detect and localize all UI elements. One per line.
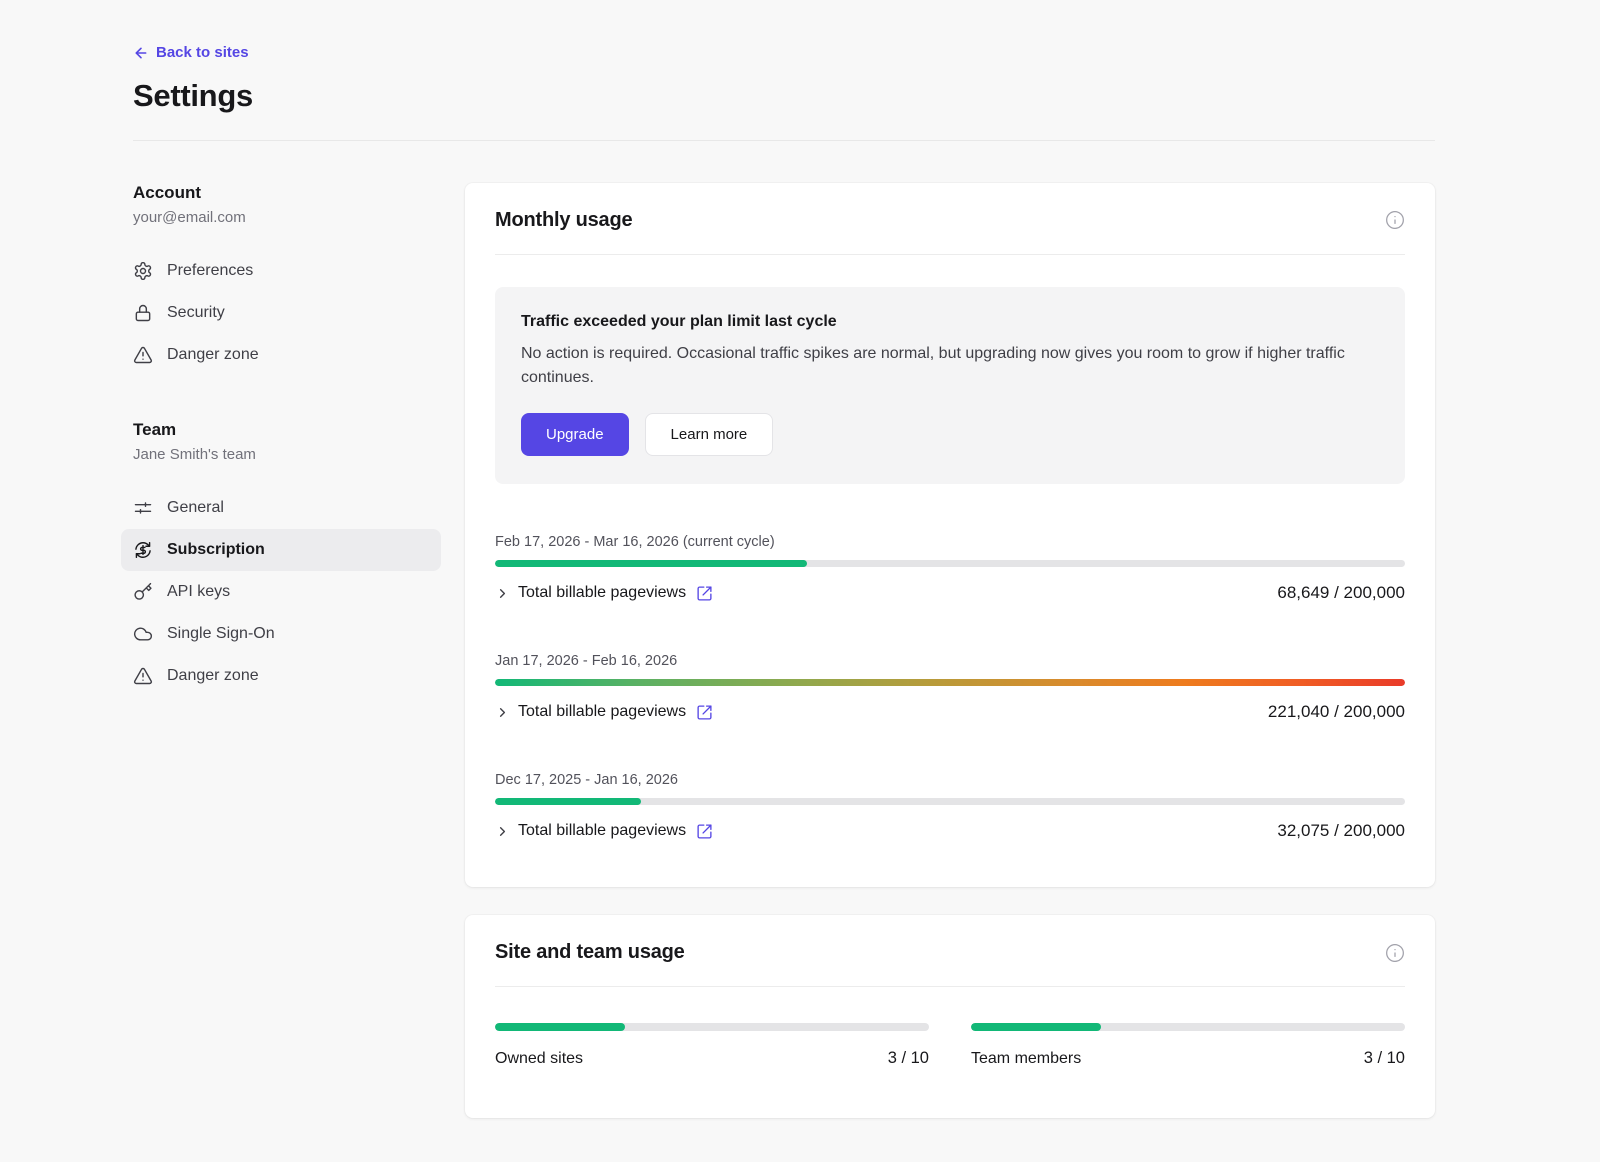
settings-page: Back to sites Settings Account your@emai…	[0, 0, 1600, 1152]
usage-cycle-older: Dec 17, 2025 - Jan 16, 2026 Total billab…	[495, 772, 1405, 841]
notice-body: No action is required. Occasional traffi…	[521, 342, 1379, 392]
warning-triangle-icon	[133, 666, 153, 686]
cycle-period: Jan 17, 2026 - Feb 16, 2026	[495, 653, 1405, 669]
team-members-value: 3 / 10	[1364, 1049, 1405, 1068]
page-title: Settings	[133, 78, 1435, 114]
card-divider	[495, 254, 1405, 255]
monthly-usage-info-button[interactable]	[1385, 210, 1405, 230]
metric-value: 32,075 / 200,000	[1277, 821, 1405, 841]
sidebar-item-subscription[interactable]: Subscription	[121, 529, 441, 571]
account-heading: Account	[133, 183, 441, 203]
sidebar-item-label: Danger zone	[167, 346, 259, 364]
sidebar-item-single-sign-on[interactable]: Single Sign-On	[121, 613, 441, 655]
sidebar-item-label: API keys	[167, 583, 230, 601]
billable-pageviews-toggle[interactable]: Total billable pageviews	[495, 822, 713, 840]
sidebar-item-preferences[interactable]: Preferences	[121, 250, 441, 292]
usage-progress-track	[495, 679, 1405, 686]
sidebar-item-label: Single Sign-On	[167, 625, 275, 643]
back-arrow-icon	[133, 45, 149, 61]
sidebar-item-label: Subscription	[167, 541, 265, 559]
usage-progress-fill-over-limit	[495, 679, 1405, 686]
info-icon	[1385, 943, 1405, 963]
usage-progress-fill	[495, 798, 641, 805]
team-name: Jane Smith's team	[133, 446, 441, 463]
billable-pageviews-toggle[interactable]: Total billable pageviews	[495, 703, 713, 721]
sidebar-item-general[interactable]: General	[121, 487, 441, 529]
cycle-period: Dec 17, 2025 - Jan 16, 2026	[495, 772, 1405, 788]
info-icon	[1385, 210, 1405, 230]
metric-value: 221,040 / 200,000	[1268, 702, 1405, 722]
team-members-label: Team members	[971, 1050, 1081, 1068]
sidebar-item-label: Danger zone	[167, 667, 259, 685]
site-team-usage-card: Site and team usage Owned sites	[465, 915, 1435, 1118]
team-members-fill	[971, 1023, 1101, 1031]
site-team-usage-title: Site and team usage	[495, 941, 685, 964]
team-nav: General Subscription API keys	[133, 487, 441, 697]
settings-sidebar: Account your@email.com Preferences Secur…	[133, 183, 441, 697]
usage-cycle-current: Feb 17, 2026 - Mar 16, 2026 (current cyc…	[495, 534, 1405, 603]
account-section: Account your@email.com Preferences Secur…	[133, 183, 441, 376]
external-link-icon[interactable]	[696, 704, 713, 721]
monthly-usage-title: Monthly usage	[495, 209, 632, 232]
usage-progress-fill	[495, 560, 807, 567]
usage-cycles: Feb 17, 2026 - Mar 16, 2026 (current cyc…	[495, 534, 1405, 841]
account-nav: Preferences Security Danger zone	[133, 250, 441, 376]
sidebar-item-label: Preferences	[167, 262, 253, 280]
back-link-label: Back to sites	[156, 44, 249, 61]
chevron-right-icon	[495, 586, 510, 601]
usage-progress-track	[495, 560, 1405, 567]
metric-label: Total billable pageviews	[518, 584, 686, 602]
account-email: your@email.com	[133, 209, 441, 226]
metric-value: 68,649 / 200,000	[1277, 583, 1405, 603]
owned-sites-track	[495, 1023, 929, 1031]
site-team-meters: Owned sites 3 / 10 Team members 3 / 10	[495, 1023, 1405, 1068]
owned-sites-fill	[495, 1023, 625, 1031]
external-link-icon[interactable]	[696, 823, 713, 840]
owned-sites-value: 3 / 10	[888, 1049, 929, 1068]
external-link-icon[interactable]	[696, 585, 713, 602]
owned-sites-label: Owned sites	[495, 1050, 583, 1068]
sliders-icon	[133, 498, 153, 518]
sidebar-item-api-keys[interactable]: API keys	[121, 571, 441, 613]
monthly-usage-card: Monthly usage Traffic exceeded your plan…	[465, 183, 1435, 888]
chevron-right-icon	[495, 705, 510, 720]
learn-more-button[interactable]: Learn more	[645, 413, 774, 456]
sidebar-item-danger-zone-account[interactable]: Danger zone	[121, 334, 441, 376]
sidebar-item-label: Security	[167, 304, 225, 322]
sidebar-item-danger-zone-team[interactable]: Danger zone	[121, 655, 441, 697]
settings-content: Monthly usage Traffic exceeded your plan…	[465, 183, 1435, 1153]
sidebar-item-security[interactable]: Security	[121, 292, 441, 334]
gear-icon	[133, 261, 153, 281]
metric-label: Total billable pageviews	[518, 703, 686, 721]
traffic-exceeded-notice: Traffic exceeded your plan limit last cy…	[495, 287, 1405, 485]
back-to-sites-link[interactable]: Back to sites	[133, 44, 249, 61]
chevron-right-icon	[495, 824, 510, 839]
owned-sites-meter: Owned sites 3 / 10	[495, 1023, 929, 1068]
warning-triangle-icon	[133, 345, 153, 365]
billable-pageviews-toggle[interactable]: Total billable pageviews	[495, 584, 713, 602]
upgrade-button[interactable]: Upgrade	[521, 413, 629, 456]
card-divider	[495, 986, 1405, 987]
notice-title: Traffic exceeded your plan limit last cy…	[521, 313, 1379, 331]
team-heading: Team	[133, 420, 441, 440]
usage-progress-track	[495, 798, 1405, 805]
cycle-period: Feb 17, 2026 - Mar 16, 2026 (current cyc…	[495, 534, 1405, 550]
team-section: Team Jane Smith's team General Subscript…	[133, 420, 441, 697]
metric-label: Total billable pageviews	[518, 822, 686, 840]
lock-icon	[133, 303, 153, 323]
usage-cycle-previous: Jan 17, 2026 - Feb 16, 2026 Total billab…	[495, 653, 1405, 722]
cloud-icon	[133, 624, 153, 644]
site-team-usage-info-button[interactable]	[1385, 943, 1405, 963]
dollar-refresh-icon	[133, 540, 153, 560]
team-members-track	[971, 1023, 1405, 1031]
header-divider	[133, 140, 1435, 141]
key-icon	[133, 582, 153, 602]
sidebar-item-label: General	[167, 499, 224, 517]
team-members-meter: Team members 3 / 10	[971, 1023, 1405, 1068]
